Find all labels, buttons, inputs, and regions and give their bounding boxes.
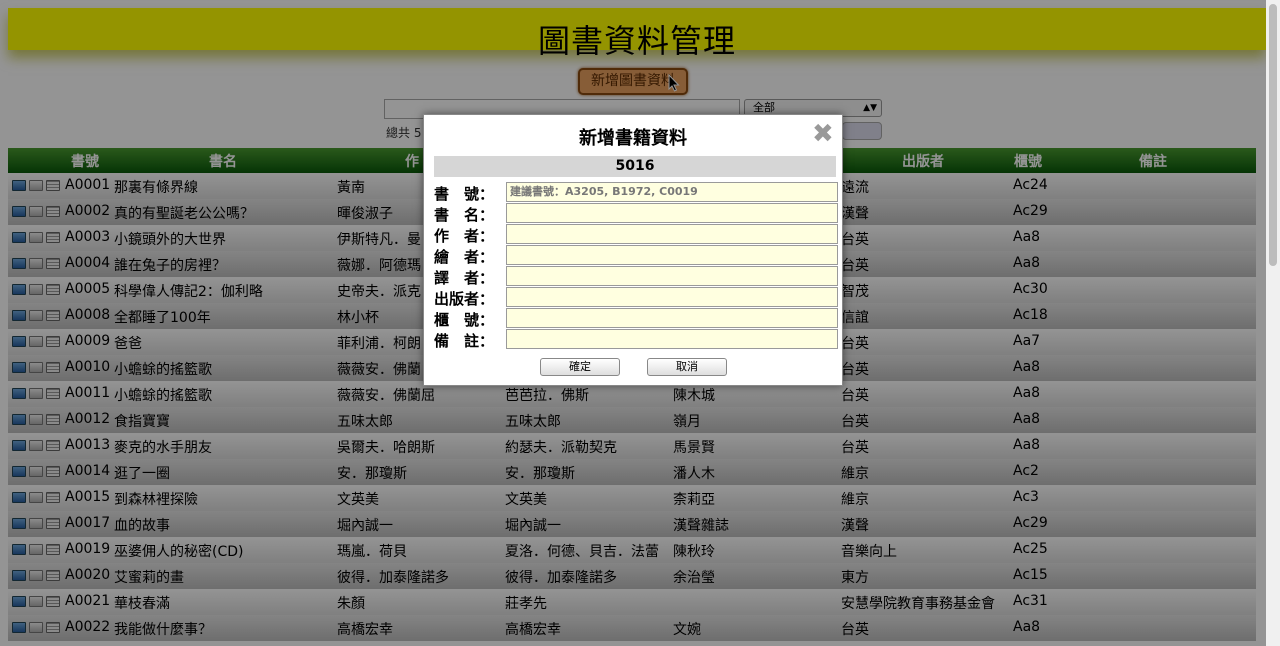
field-input[interactable] xyxy=(506,245,838,265)
field-input[interactable] xyxy=(506,203,838,223)
dialog-title: 新增書籍資料 xyxy=(579,128,687,149)
form-row: 書 名： xyxy=(434,203,839,224)
form-row: 櫃 號： xyxy=(434,308,839,329)
field-label: 書 號： xyxy=(434,185,495,203)
page-scrollbar[interactable] xyxy=(1266,0,1280,646)
confirm-button[interactable]: 確定 xyxy=(540,358,620,376)
field-label: 書 名： xyxy=(434,206,495,224)
field-label: 譯 者： xyxy=(434,269,495,287)
add-book-dialog: 新增書籍資料 ✖ 5016 書 號： 建議書號：A3205, B1972, C00… xyxy=(423,114,843,386)
field-label: 出版者： xyxy=(434,290,495,308)
form-row: 備 註： xyxy=(434,329,839,350)
form-row: 譯 者： xyxy=(434,266,839,287)
field-label: 繪 者： xyxy=(434,248,495,266)
field-input[interactable] xyxy=(506,224,838,244)
field-label: 作 者： xyxy=(434,227,495,245)
form-row: 繪 者： xyxy=(434,245,839,266)
field-input[interactable] xyxy=(506,308,838,328)
cancel-button[interactable]: 取消 xyxy=(647,358,727,376)
field-label: 備 註： xyxy=(434,332,495,350)
field-label: 櫃 號： xyxy=(434,311,495,329)
close-icon[interactable]: ✖ xyxy=(812,121,834,147)
field-input[interactable] xyxy=(506,266,838,286)
form-row: 作 者： xyxy=(434,224,839,245)
book-count: 5016 xyxy=(434,156,836,177)
form-row: 出版者： xyxy=(434,287,839,308)
field-input[interactable] xyxy=(506,329,838,349)
scrollbar-thumb[interactable] xyxy=(1269,4,1277,266)
field-input[interactable] xyxy=(506,287,838,307)
form-row: 書 號： 建議書號：A3205, B1972, C0019 xyxy=(434,182,839,203)
field-input[interactable]: 建議書號：A3205, B1972, C0019 xyxy=(506,182,838,202)
